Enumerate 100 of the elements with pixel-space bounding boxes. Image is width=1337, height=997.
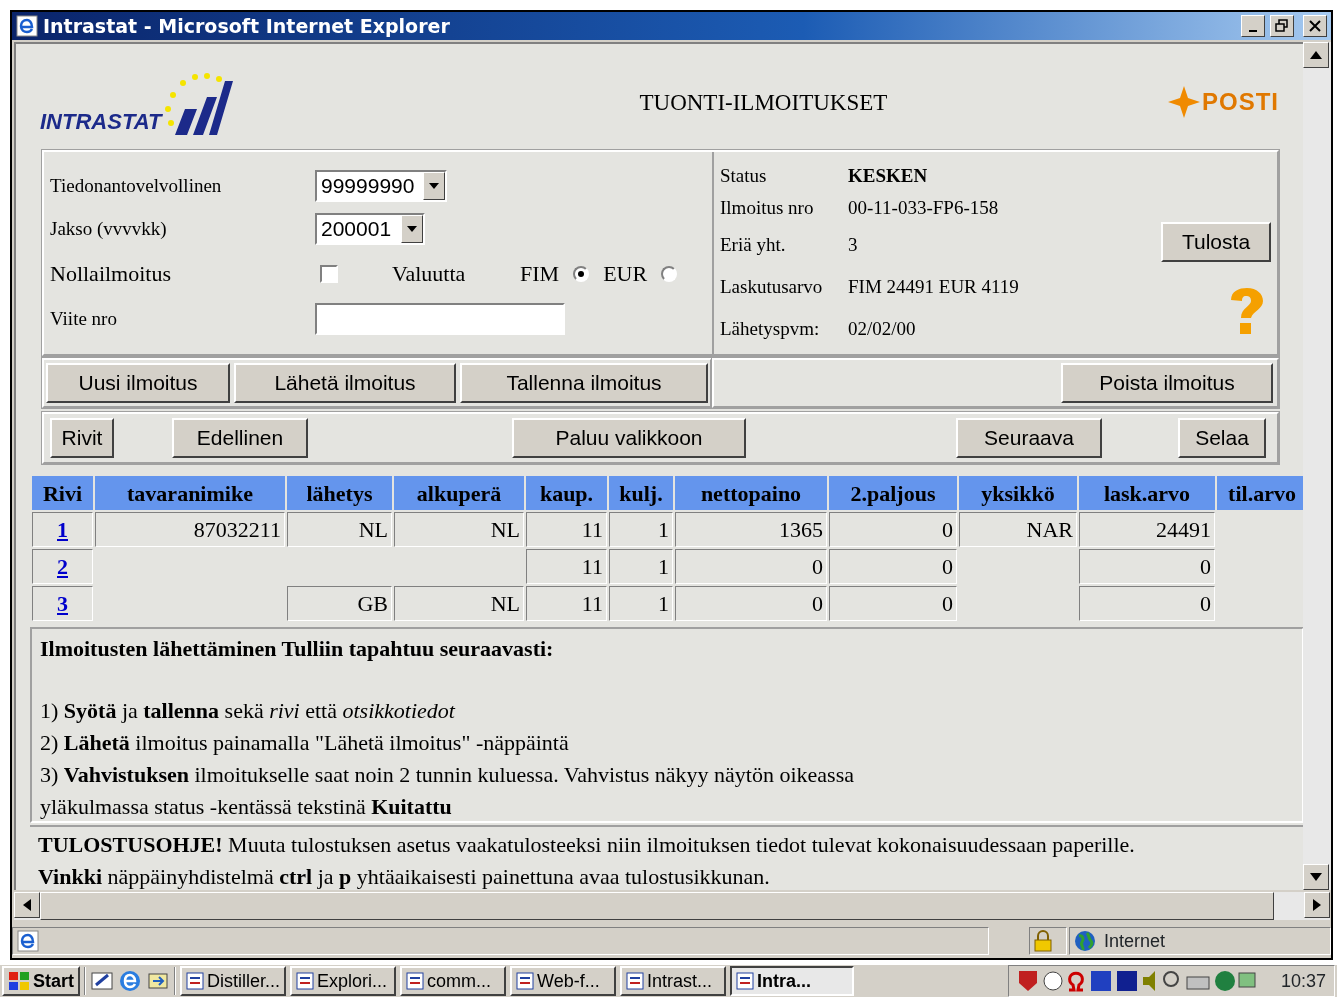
field-label: Jakso (vvvvkk) [50,217,168,241]
taskbar-button[interactable]: comm... [400,966,506,996]
radio-button[interactable] [661,265,678,282]
dropdown[interactable]: 200001 [315,213,425,246]
table-cell: NL [394,586,524,621]
right-arrow-icon[interactable] [1313,899,1321,911]
document-icon [736,972,754,990]
info-value: 02/02/00 [848,316,916,341]
print-note: Vinkki näppäinyhdistelmä ctrl ja p yhtäaikaisesti painettuna avaa tulostusikkunan. [38,863,771,890]
instruction-step: 1) Syötä ja tallenna sekä rivi että otsikkotiedot [40,695,870,727]
print-note: TULOSTUSOHJE! Muuta tulostuksen asetus vaakatulosteeksi niin ilmoituksen tiedot tulevat kokonaisuudessaan paperille. [38,831,1136,859]
flag-icon [8,971,30,991]
info-label: Lähetyspvm: [720,316,821,341]
print-button[interactable]: Tulosta [1161,222,1271,262]
document-icon [186,972,204,990]
table-cell: 11 [526,586,607,621]
table-cell: 1 [609,586,673,621]
caret-icon [429,182,439,189]
document-icon [406,972,424,990]
dropdown[interactable]: 99999990 [315,169,447,202]
input-field[interactable] [315,303,565,336]
radio-button[interactable] [573,265,590,282]
up-arrow-icon[interactable] [1310,51,1322,59]
option-label: EUR [603,260,648,289]
column-header: tavaranimike [95,476,285,510]
info-value: 00-11-033-FP6-158 [848,195,999,220]
window-title: Intrastat - Microsoft Internet Explorer [43,15,451,37]
column-header: nettopaino [675,476,827,510]
column-header: kulj. [609,476,673,510]
nav-button[interactable]: Edellinen [172,418,308,458]
zone-label: Internet [1104,930,1166,952]
table-cell: NL [287,512,392,547]
instructions-heading: Ilmoitusten lähettäminen Tulliin tapahtuu seuraavasti: [40,635,555,663]
left-arrow-icon[interactable] [23,899,31,911]
table-cell: 1 [609,512,673,547]
taskbar-button[interactable]: Web-f... [510,966,616,996]
brand-text: POSTI [1202,88,1279,116]
action-button[interactable]: Lähetä ilmoitus [234,363,456,403]
table-cell: 0 [829,549,957,584]
table-cell: 0 [675,586,827,621]
horizontal-scrollbar[interactable] [14,892,1330,920]
column-header: lask.arvo [1079,476,1215,510]
info-label: Eriä yht. [720,232,787,257]
taskbar-button[interactable]: Intrast... [620,966,726,996]
table-cell: 87032211 [95,512,285,547]
start-button[interactable]: Start [2,966,80,996]
row-link[interactable]: 1 [57,517,68,542]
table-cell: NL [394,512,524,547]
row-link[interactable]: 2 [57,554,68,579]
field-label: Tiedonantovelvollinen [50,173,223,198]
desktop-icon[interactable] [90,969,114,993]
field-label: Valuutta [392,260,467,289]
restore-icon [1275,19,1289,33]
column-header: alkuperä [394,476,524,510]
lock-icon [1034,930,1052,952]
document-icon [626,972,644,990]
action-button[interactable]: Uusi ilmoitus [46,363,230,403]
column-header: lähetys [287,476,392,510]
down-arrow-icon[interactable] [1310,873,1322,881]
nav-button[interactable]: Paluu valikkoon [512,418,746,458]
nav-button[interactable]: Seuraava [956,418,1102,458]
column-header: yksikkö [959,476,1077,510]
caret-icon [407,226,417,233]
action-button[interactable]: Tallenna ilmoitus [460,363,708,403]
nav-button[interactable]: Selaa [1178,418,1266,458]
browser-icon [16,15,38,37]
logo-text: INTRASTAT [40,109,162,135]
restore-button[interactable] [1270,15,1294,37]
delete-button[interactable]: Poista ilmoitus [1061,363,1273,403]
table-cell: 0 [1079,586,1215,621]
column-header: 2.paljous [829,476,957,510]
table-cell: 0 [675,549,827,584]
nav-button[interactable]: Rivit [50,418,114,458]
table-cell: 1365 [675,512,827,547]
minimize-button[interactable] [1241,15,1265,37]
info-value: 3 [848,232,858,257]
taskbar-button[interactable]: Distiller... [180,966,286,996]
table-cell: 0 [829,512,957,547]
option-label: FIM [520,260,560,289]
info-label: Ilmoitus nro [720,195,815,220]
close-button[interactable] [1303,15,1327,37]
page-icon [17,930,39,952]
table-cell: GB [287,586,392,621]
info-label: Status [720,163,768,188]
column-header: Rivi [32,476,93,510]
taskbar-button[interactable]: Explori... [290,966,396,996]
info-value: KESKEN [848,163,928,188]
checkbox[interactable] [320,264,338,283]
instruction-step: 3) Vahvistuksen ilmoitukselle saat noin 2 tunnin kuluessa. Vahvistus näkyy näytön oikeassa yläkulmassa status -kentässä tekstinä Kuitattu [40,759,870,823]
browser-icon[interactable] [118,969,142,993]
globe-icon [1074,930,1096,952]
table-cell: NAR [959,512,1077,547]
row-link[interactable]: 3 [57,591,68,616]
vertical-scrollbar[interactable] [1303,42,1331,890]
table-cell: 11 [526,512,607,547]
table-cell: 1 [609,549,673,584]
close-icon [1309,20,1321,32]
clock: 10:37 [1280,970,1326,992]
taskbar-button[interactable]: Intra... [730,966,854,996]
info-label: Laskutusarvo [720,274,824,299]
